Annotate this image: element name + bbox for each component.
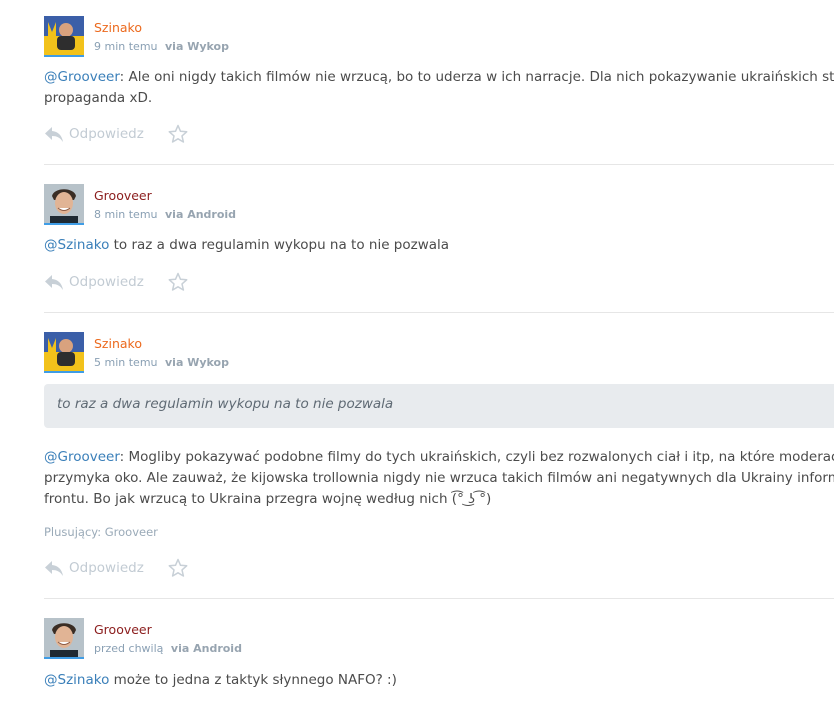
divider (44, 312, 834, 313)
comment-meta: 9 min temu via Wykop (94, 40, 229, 53)
timestamp: 9 min temu (94, 40, 158, 53)
reply-button[interactable]: Odpowiedz (69, 560, 144, 576)
star-outline-icon[interactable] (168, 272, 188, 292)
reply-button[interactable]: Odpowiedz (69, 274, 144, 290)
author-name[interactable]: Szinako (94, 20, 142, 35)
comment-text: propaganda xD. (44, 90, 153, 106)
comment-meta: 8 min temu via Android (94, 208, 236, 221)
comment-text: przymyka oko. Ale zauważ, że kijowska tr… (44, 470, 834, 486)
comment-body: @Szinako może to jedna z taktyk słynnego… (44, 670, 834, 691)
reply-button[interactable]: Odpowiedz (69, 126, 144, 142)
comment-text: frontu. Bo jak wrzucą to Ukraina przegra… (44, 491, 492, 507)
via-source: via Android (170, 642, 242, 655)
avatar-underline (44, 657, 84, 659)
quoted-text: to raz a dwa regulamin wykopu na to nie … (44, 384, 834, 428)
comment-text: może to jedna z taktyk słynnego NAFO? :) (109, 672, 397, 688)
quote-content: to raz a dwa regulamin wykopu na to nie … (57, 396, 394, 412)
star-outline-icon[interactable] (168, 124, 188, 144)
author-name[interactable]: Grooveer (94, 622, 152, 637)
avatar-underline (44, 223, 84, 225)
reply-arrow-icon[interactable] (44, 125, 64, 143)
timestamp: przed chwilą (94, 642, 164, 655)
comment-meta: 5 min temu via Wykop (94, 356, 229, 369)
via-source: via Android (165, 208, 237, 221)
plusers-list[interactable]: Plusujący: Grooveer (44, 525, 158, 539)
mention-link[interactable]: @Szinako (44, 237, 109, 253)
avatar[interactable] (44, 618, 84, 658)
avatar-underline (44, 55, 84, 57)
avatar-underline (44, 371, 84, 373)
mention-link[interactable]: @Grooveer (44, 69, 120, 85)
comment-meta: przed chwilą via Android (94, 642, 242, 655)
timestamp: 8 min temu (94, 208, 158, 221)
comment-text: to raz a dwa regulamin wykopu na to nie … (109, 237, 450, 253)
mention-link[interactable]: @Grooveer (44, 449, 120, 465)
avatar[interactable] (44, 184, 84, 224)
divider (44, 598, 834, 599)
avatar[interactable] (44, 332, 84, 372)
avatar[interactable] (44, 16, 84, 56)
reply-arrow-icon[interactable] (44, 559, 64, 577)
via-source: via Wykop (165, 356, 229, 369)
author-name[interactable]: Grooveer (94, 188, 152, 203)
comment-body: @Szinako to raz a dwa regulamin wykopu n… (44, 235, 834, 256)
author-name[interactable]: Szinako (94, 336, 142, 351)
reply-arrow-icon[interactable] (44, 273, 64, 291)
comment-body: @Grooveer: Ale oni nigdy takich filmów n… (44, 67, 834, 109)
comment-body: @Grooveer: Mogliby pokazywać podobne fil… (44, 447, 834, 510)
timestamp: 5 min temu (94, 356, 158, 369)
mention-link[interactable]: @Szinako (44, 672, 109, 688)
comment-text: : Mogliby pokazywać podobne filmy do tyc… (119, 449, 834, 465)
comment-text: : Ale oni nigdy takich filmów nie wrzucą… (119, 69, 834, 85)
divider (44, 164, 834, 165)
star-outline-icon[interactable] (168, 558, 188, 578)
via-source: via Wykop (165, 40, 229, 53)
